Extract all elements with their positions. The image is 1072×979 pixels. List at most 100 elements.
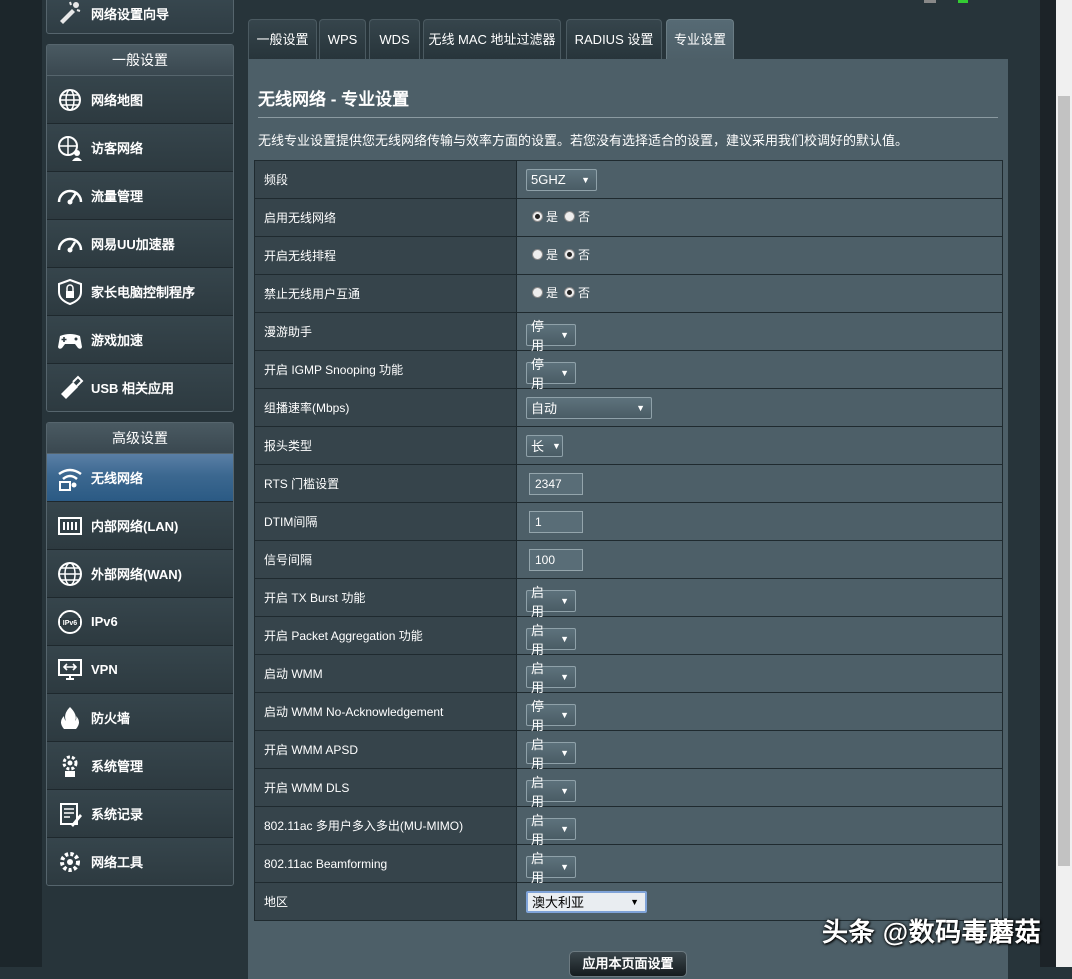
quick-setup-label: 网络设置向导: [91, 6, 170, 22]
wan-globe-icon: [55, 559, 85, 589]
setting-label: RTS 门槛设置: [254, 464, 517, 503]
tab-mac-filter[interactable]: 无线 MAC 地址过滤器: [423, 19, 561, 60]
setting-label: 开启无线排程: [254, 236, 517, 275]
sidebar-item-system-gear[interactable]: 系统管理: [47, 742, 233, 790]
setting-row: 频段 5GHZ ▼: [254, 160, 1003, 199]
setting-select[interactable]: 启用 ▼: [526, 851, 576, 885]
radio-yes[interactable]: 是: [532, 284, 558, 301]
setting-select[interactable]: 启用 ▼: [526, 585, 576, 619]
sidebar-item-log[interactable]: 系统记录: [47, 790, 233, 838]
tab-professional[interactable]: 专业设置: [666, 19, 734, 60]
region-select[interactable]: 澳大利亚 ▼: [526, 890, 647, 913]
gamepad-icon: [55, 325, 85, 355]
general-settings-group: 一般设置 网络地图 访客网络 流量管理 网易UU加速器 家长电脑控制程序 游戏加速 USB …: [46, 44, 234, 412]
setting-row: 组播速率(Mbps) 自动 ▼: [254, 388, 1003, 427]
select-value: 启用: [531, 584, 545, 619]
chevron-down-icon: ▼: [630, 896, 639, 907]
sidebar-item-vpn[interactable]: VPN: [47, 646, 233, 694]
setting-row: 802.11ac Beamforming 启用 ▼: [254, 844, 1003, 885]
sidebar-item-guest-network[interactable]: 访客网络: [47, 124, 233, 172]
quick-setup-item[interactable]: 网络设置向导: [46, 0, 234, 34]
wizard-wand-icon: [55, 0, 85, 28]
radio-yes[interactable]: 是: [532, 208, 558, 225]
setting-value-cell: 启用 ▼: [516, 616, 1003, 657]
setting-value-cell: 是否: [516, 198, 1003, 237]
select-value: 启用: [531, 736, 545, 771]
chevron-down-icon: ▼: [560, 823, 569, 834]
select-value: 启用: [531, 774, 545, 809]
sidebar-item-wan-globe[interactable]: 外部网络(WAN): [47, 550, 233, 598]
radio-button-icon[interactable]: [532, 287, 543, 298]
chevron-down-icon: ▼: [560, 747, 569, 758]
setting-row: 启动 WMM 启用 ▼: [254, 654, 1003, 695]
radio-button-icon[interactable]: [532, 249, 543, 260]
sidebar-item-usb[interactable]: USB 相关应用: [47, 364, 233, 411]
radio-yes[interactable]: 是: [532, 246, 558, 263]
tab-wds[interactable]: WDS: [369, 19, 420, 60]
svg-text:IPv6: IPv6: [63, 620, 78, 627]
sidebar-item-uu-speedometer[interactable]: 网易UU加速器: [47, 220, 233, 268]
setting-select[interactable]: 停用 ▼: [526, 357, 576, 391]
radio-no[interactable]: 否: [564, 284, 590, 301]
tab-radius[interactable]: RADIUS 设置: [566, 19, 662, 60]
uu-speedometer-icon: [55, 229, 85, 259]
sidebar-item-ipv6-globe[interactable]: IPv6 IPv6: [47, 598, 233, 646]
sidebar-item-label: 防火墙: [91, 711, 131, 726]
setting-select[interactable]: 5GHZ ▼: [526, 168, 597, 191]
setting-select[interactable]: 停用 ▼: [526, 319, 576, 353]
select-value: 启用: [531, 850, 545, 885]
sidebar-item-label: 访客网络: [91, 141, 144, 156]
setting-value-cell: 启用 ▼: [516, 844, 1003, 885]
setting-label: 802.11ac Beamforming: [254, 844, 517, 883]
setting-value-cell: 启用 ▼: [516, 768, 1003, 809]
setting-value-cell: 100: [516, 540, 1003, 579]
setting-select[interactable]: 停用 ▼: [526, 699, 576, 733]
sidebar-item-firewall[interactable]: 防火墙: [47, 694, 233, 742]
radio-no[interactable]: 否: [564, 208, 590, 225]
setting-select[interactable]: 启用 ▼: [526, 737, 576, 771]
sidebar-item-label: USB 相关应用: [91, 381, 175, 396]
radio-button-icon[interactable]: [564, 249, 576, 260]
radio-button-icon[interactable]: [532, 211, 543, 222]
setting-select[interactable]: 启用 ▼: [526, 775, 576, 809]
sidebar-item-label: 系统记录: [91, 807, 144, 822]
sidebar-item-tools-gear[interactable]: 网络工具: [47, 838, 233, 885]
setting-text-input[interactable]: 100: [529, 548, 583, 571]
setting-text-input[interactable]: 1: [529, 510, 583, 533]
select-value: 停用: [531, 698, 545, 733]
setting-select[interactable]: 启用 ▼: [526, 623, 576, 657]
setting-select[interactable]: 启用 ▼: [526, 661, 576, 695]
advanced-settings-group: 高级设置 无线网络 内部网络(LAN) 外部网络(WAN) IPv6 IPv6 VPN 防火…: [46, 422, 234, 886]
setting-select[interactable]: 长 ▼: [526, 434, 563, 457]
setting-label: 地区: [254, 882, 517, 921]
tab-general[interactable]: 一般设置: [248, 19, 317, 60]
lan-icon: [55, 511, 85, 541]
sidebar-item-globe-network[interactable]: 网络地图: [47, 76, 233, 124]
setting-label: 开启 Packet Aggregation 功能: [254, 616, 517, 655]
sidebar-item-gamepad[interactable]: 游戏加速: [47, 316, 233, 364]
scrollbar-thumb[interactable]: [1058, 96, 1070, 866]
setting-value-cell: 启用 ▼: [516, 654, 1003, 695]
radio-button-icon[interactable]: [564, 287, 576, 298]
setting-value-cell: 自动 ▼: [516, 388, 1003, 427]
left-margin: [0, 0, 42, 967]
sidebar-item-shield-lock[interactable]: 家长电脑控制程序: [47, 268, 233, 316]
radio-button-icon[interactable]: [564, 211, 576, 222]
sidebar-item-lan[interactable]: 内部网络(LAN): [47, 502, 233, 550]
sidebar-item-wifi[interactable]: 无线网络: [47, 454, 233, 502]
setting-label: 信号间隔: [254, 540, 517, 579]
select-value: 启用: [531, 622, 545, 657]
apply-button[interactable]: 应用本页面设置: [569, 951, 687, 977]
shield-lock-icon: [55, 277, 85, 307]
sidebar-item-speedometer[interactable]: 流量管理: [47, 172, 233, 220]
setting-text-input[interactable]: 2347: [529, 472, 583, 495]
radio-no[interactable]: 否: [564, 246, 590, 263]
page-description: 无线专业设置提供您无线网络传输与效率方面的设置。若您没有选择适合的设置，建议采用…: [258, 133, 909, 148]
radio-label: 是: [546, 286, 559, 300]
title-divider: [258, 117, 998, 118]
tab-wps[interactable]: WPS: [319, 19, 366, 60]
setting-select[interactable]: 自动 ▼: [526, 396, 652, 419]
setting-row: 开启 WMM DLS 启用 ▼: [254, 768, 1003, 809]
setting-label: 启动 WMM: [254, 654, 517, 693]
setting-select[interactable]: 启用 ▼: [526, 813, 576, 847]
